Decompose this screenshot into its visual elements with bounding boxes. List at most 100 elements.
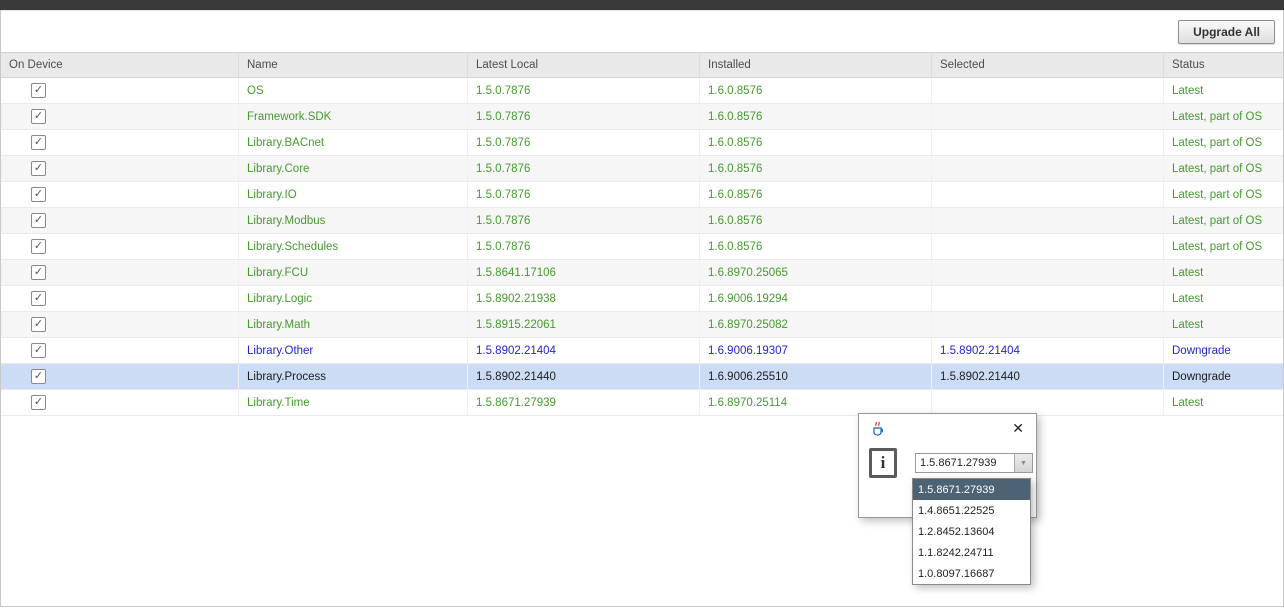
version-combobox[interactable]: 1.5.8671.27939 ▼ (915, 453, 1033, 473)
row-selected (931, 182, 1163, 207)
table-row[interactable]: ✓ Library.Modbus 1.5.0.7876 1.6.0.8576 L… (1, 208, 1283, 234)
dropdown-option[interactable]: 1.4.8651.22525 (913, 500, 1030, 521)
on-device-checkbox[interactable]: ✓ (31, 187, 46, 202)
row-selected (931, 312, 1163, 337)
row-name: Library.Core (238, 156, 467, 181)
column-header-installed: Installed (699, 53, 931, 77)
on-device-cell: ✓ (1, 338, 238, 363)
row-selected: 1.5.8902.21404 (931, 338, 1163, 363)
on-device-checkbox[interactable]: ✓ (31, 317, 46, 332)
dropdown-option[interactable]: 1.1.8242.24711 (913, 542, 1030, 563)
row-installed: 1.6.0.8576 (699, 104, 931, 129)
row-latest-local: 1.5.8902.21440 (467, 364, 699, 389)
row-installed: 1.6.0.8576 (699, 156, 931, 181)
row-status: Latest, part of OS (1163, 234, 1283, 259)
row-installed: 1.6.0.8576 (699, 208, 931, 233)
row-latest-local: 1.5.0.7876 (467, 104, 699, 129)
row-status: Latest, part of OS (1163, 156, 1283, 181)
row-selected (931, 156, 1163, 181)
row-status: Latest (1163, 78, 1283, 103)
row-name: Library.Time (238, 390, 467, 415)
on-device-cell: ✓ (1, 364, 238, 389)
table-row[interactable]: ✓ Library.Math 1.5.8915.22061 1.6.8970.2… (1, 312, 1283, 338)
table-row[interactable]: ✓ OS 1.5.0.7876 1.6.0.8576 Latest (1, 78, 1283, 104)
upgrade-all-button[interactable]: Upgrade All (1178, 20, 1275, 44)
info-icon: i (869, 448, 897, 478)
column-header-name: Name (238, 53, 467, 77)
row-installed: 1.6.8970.25082 (699, 312, 931, 337)
upgrade-panel: Upgrade All On Device Name Latest Local … (0, 10, 1284, 607)
table-row[interactable]: ✓ Library.BACnet 1.5.0.7876 1.6.0.8576 L… (1, 130, 1283, 156)
on-device-cell: ✓ (1, 234, 238, 259)
row-name: Library.BACnet (238, 130, 467, 155)
on-device-checkbox[interactable]: ✓ (31, 83, 46, 98)
row-installed: 1.6.0.8576 (699, 234, 931, 259)
row-selected (931, 130, 1163, 155)
row-name: Library.FCU (238, 260, 467, 285)
on-device-checkbox[interactable]: ✓ (31, 395, 46, 410)
row-name: Framework.SDK (238, 104, 467, 129)
on-device-cell: ✓ (1, 390, 238, 415)
table-body: ✓ OS 1.5.0.7876 1.6.0.8576 Latest ✓ Fram… (1, 78, 1283, 416)
window-title-bar (0, 0, 1284, 10)
on-device-cell: ✓ (1, 156, 238, 181)
on-device-cell: ✓ (1, 260, 238, 285)
row-selected (931, 390, 1163, 415)
on-device-checkbox[interactable]: ✓ (31, 109, 46, 124)
table-row[interactable]: ✓ Library.IO 1.5.0.7876 1.6.0.8576 Lates… (1, 182, 1283, 208)
close-icon[interactable]: ✕ (1012, 421, 1024, 435)
table-row[interactable]: ✓ Library.Logic 1.5.8902.21938 1.6.9006.… (1, 286, 1283, 312)
table-row[interactable]: ✓ Framework.SDK 1.5.0.7876 1.6.0.8576 La… (1, 104, 1283, 130)
row-selected: 1.5.8902.21440 (931, 364, 1163, 389)
row-selected (931, 286, 1163, 311)
dropdown-option[interactable]: 1.0.8097.16687 (913, 563, 1030, 584)
version-dropdown-list: 1.5.8671.279391.4.8651.225251.2.8452.136… (912, 478, 1031, 585)
java-icon (869, 420, 885, 436)
row-status: Downgrade (1163, 338, 1283, 363)
on-device-checkbox[interactable]: ✓ (31, 135, 46, 150)
row-installed: 1.6.9006.19307 (699, 338, 931, 363)
row-selected (931, 234, 1163, 259)
row-selected (931, 78, 1163, 103)
on-device-checkbox[interactable]: ✓ (31, 161, 46, 176)
column-header-status: Status (1163, 53, 1283, 77)
row-installed: 1.6.9006.25510 (699, 364, 931, 389)
row-installed: 1.6.8970.25114 (699, 390, 931, 415)
on-device-checkbox[interactable]: ✓ (31, 369, 46, 384)
dialog-title-bar: ✕ (859, 414, 1036, 442)
row-status: Latest, part of OS (1163, 182, 1283, 207)
row-name: Library.Modbus (238, 208, 467, 233)
table-row[interactable]: ✓ Library.Process 1.5.8902.21440 1.6.900… (1, 364, 1283, 390)
column-header-selected: Selected (931, 53, 1163, 77)
row-name: Library.IO (238, 182, 467, 207)
table-row[interactable]: ✓ Library.Core 1.5.0.7876 1.6.0.8576 Lat… (1, 156, 1283, 182)
row-installed: 1.6.9006.19294 (699, 286, 931, 311)
on-device-checkbox[interactable]: ✓ (31, 265, 46, 280)
on-device-cell: ✓ (1, 312, 238, 337)
row-name: OS (238, 78, 467, 103)
on-device-cell: ✓ (1, 286, 238, 311)
dropdown-option[interactable]: 1.5.8671.27939 (913, 479, 1030, 500)
dropdown-option[interactable]: 1.2.8452.13604 (913, 521, 1030, 542)
row-latest-local: 1.5.0.7876 (467, 234, 699, 259)
on-device-checkbox[interactable]: ✓ (31, 213, 46, 228)
on-device-checkbox[interactable]: ✓ (31, 291, 46, 306)
row-latest-local: 1.5.0.7876 (467, 156, 699, 181)
row-latest-local: 1.5.8671.27939 (467, 390, 699, 415)
table-row[interactable]: ✓ Library.Other 1.5.8902.21404 1.6.9006.… (1, 338, 1283, 364)
row-status: Latest, part of OS (1163, 208, 1283, 233)
table-row[interactable]: ✓ Library.Time 1.5.8671.27939 1.6.8970.2… (1, 390, 1283, 416)
table-row[interactable]: ✓ Library.Schedules 1.5.0.7876 1.6.0.857… (1, 234, 1283, 260)
on-device-cell: ✓ (1, 182, 238, 207)
row-latest-local: 1.5.0.7876 (467, 208, 699, 233)
table-row[interactable]: ✓ Library.FCU 1.5.8641.17106 1.6.8970.25… (1, 260, 1283, 286)
on-device-checkbox[interactable]: ✓ (31, 343, 46, 358)
row-name: Library.Other (238, 338, 467, 363)
row-latest-local: 1.5.0.7876 (467, 130, 699, 155)
column-header-latest-local: Latest Local (467, 53, 699, 77)
row-name: Library.Process (238, 364, 467, 389)
combobox-arrow-icon[interactable]: ▼ (1014, 454, 1032, 472)
on-device-cell: ✓ (1, 208, 238, 233)
row-selected (931, 260, 1163, 285)
on-device-checkbox[interactable]: ✓ (31, 239, 46, 254)
